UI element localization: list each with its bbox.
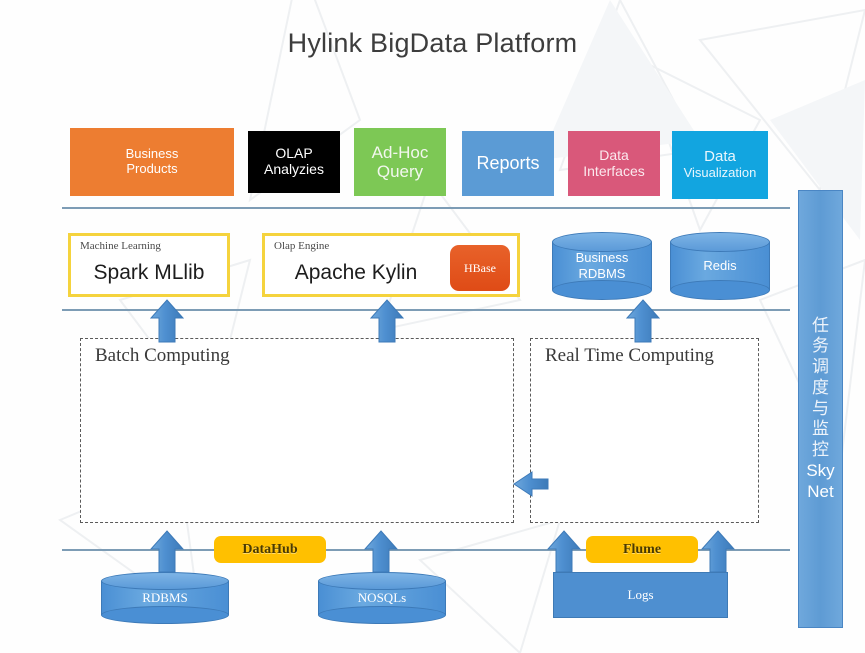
cylinder-label-line1: Redis: [703, 257, 737, 273]
cylinder-label-line1: NOSQLs: [357, 589, 407, 605]
panel-caption: Machine Learning: [80, 240, 161, 252]
batch-computing-container: Batch Computing: [80, 338, 514, 523]
cylinder-label: NOSQLs: [318, 572, 446, 624]
cylinder-label: Business RDBMS: [552, 232, 652, 300]
app-label-line1: Data: [599, 146, 629, 163]
arrow-up-kylin: [369, 299, 405, 343]
batch-computing-title: Batch Computing: [95, 345, 230, 366]
app-label-line1: OLAP: [275, 145, 313, 162]
app-label-line1: Data: [704, 148, 736, 166]
arrow-up-datahub-left: [149, 530, 185, 573]
collector-label: DataHub: [242, 541, 298, 557]
arrow-up-flume-right: [700, 530, 736, 573]
skynet-char-6: 控: [812, 440, 829, 460]
app-label-line2: Query: [376, 162, 424, 181]
panel-olap-engine[interactable]: Olap Engine Apache Kylin HBase: [262, 233, 520, 297]
arrow-up-datahub-right: [363, 530, 399, 573]
sky-net-bar[interactable]: 任 务 调 度 与 监 控 Sky Net: [798, 190, 843, 628]
skynet-char-1: 务: [812, 336, 829, 356]
skynet-char-4: 与: [812, 398, 829, 418]
cylinder-redis[interactable]: Redis: [670, 232, 770, 300]
app-box-ad-hoc-query[interactable]: Ad-Hoc Query: [354, 128, 446, 196]
collector-label: Flume: [622, 541, 662, 557]
skynet-char-3: 度: [812, 377, 829, 397]
skynet-char-5: 监: [812, 419, 829, 439]
app-box-business-products[interactable]: Business Products: [70, 128, 234, 196]
cylinder-label-line1: RDBMS: [142, 589, 188, 605]
cylinder-label-line2: RDBMS: [578, 266, 626, 281]
cylinder-rdbms-source[interactable]: RDBMS: [101, 572, 229, 624]
realtime-computing-title: Real Time Computing: [545, 345, 714, 366]
divider-rule-upper: [62, 207, 790, 209]
panel-main-label: Spark MLlib: [93, 261, 205, 284]
skynet-label-sky: Sky: [806, 460, 835, 480]
page-title: Hylink BigData Platform: [287, 28, 578, 58]
source-label: Logs: [627, 587, 654, 602]
panel-machine-learning[interactable]: Machine Learning Spark MLlib: [68, 233, 230, 297]
cylinder-label-line1: Business: [575, 249, 629, 265]
panel-main-label: Apache Kylin: [294, 261, 418, 284]
app-label-line1: Reports: [476, 153, 540, 174]
app-label-line1: Ad-Hoc: [371, 142, 429, 162]
panel-caption: Olap Engine: [274, 240, 330, 252]
collector-datahub[interactable]: DataHub: [214, 536, 326, 563]
app-box-reports[interactable]: Reports: [462, 131, 554, 196]
cylinder-nosqls-source[interactable]: NOSQLs: [318, 572, 446, 624]
hbase-badge[interactable]: HBase: [450, 245, 510, 291]
app-label-line2: Analyzies: [264, 161, 324, 177]
app-box-data-interfaces[interactable]: Data Interfaces: [568, 131, 660, 196]
arrow-up-mllib: [149, 299, 185, 343]
realtime-computing-container: Real Time Computing: [530, 338, 759, 523]
cylinder-label: Redis: [670, 232, 770, 300]
arrow-layer: [149, 299, 736, 573]
app-box-data-visualization[interactable]: Data Visualization: [672, 131, 768, 199]
app-label-line2: Interfaces: [583, 162, 645, 179]
background-watermark: [57, 0, 865, 653]
box-logs-source[interactable]: Logs: [553, 572, 728, 618]
app-label-line2: Products: [126, 161, 178, 176]
divider-rule-lower: [62, 309, 790, 311]
skynet-char-0: 任: [812, 315, 829, 335]
app-box-olap-analyzies[interactable]: OLAP Analyzies: [248, 131, 340, 193]
arrow-up-rdbms: [625, 299, 661, 343]
cylinder-label: RDBMS: [101, 572, 229, 624]
skynet-char-2: 调: [812, 357, 829, 377]
app-label-line2: Visualization: [683, 165, 757, 181]
collector-flume[interactable]: Flume: [586, 536, 698, 563]
app-label-line1: Business: [125, 146, 179, 162]
arrow-up-flume-left: [546, 530, 582, 573]
skynet-label-net: Net: [807, 481, 834, 501]
cylinder-business-rdbms[interactable]: Business RDBMS: [552, 232, 652, 300]
diagram-canvas: Hylink BigData Platform Business Product…: [0, 0, 865, 653]
